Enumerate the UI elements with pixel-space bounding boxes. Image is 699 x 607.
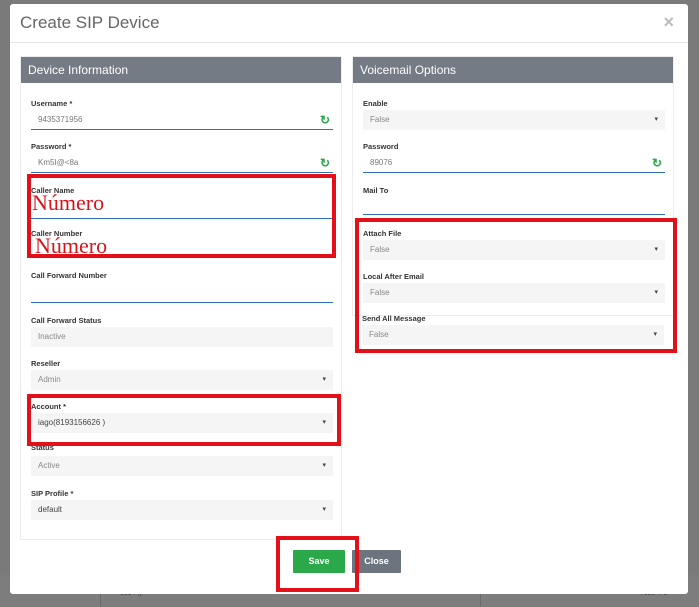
reseller-select[interactable]: Admin ▾ <box>31 370 333 390</box>
enable-select[interactable]: False ▾ <box>363 110 665 130</box>
close-button[interactable]: Close <box>352 550 401 573</box>
mail-to-input[interactable] <box>363 195 665 215</box>
caller-highlight-box <box>27 174 336 258</box>
sip-profile-select[interactable]: default ▾ <box>31 500 333 520</box>
device-information-panel: Device Information Username * 9435371956… <box>20 56 342 540</box>
account-highlight-box <box>27 394 341 446</box>
enable-value: False <box>370 115 390 124</box>
username-value: 9435371956 <box>38 115 83 124</box>
username-input[interactable]: 9435371956 ↻ <box>31 110 333 130</box>
refresh-icon[interactable]: ↻ <box>320 153 330 173</box>
password-input[interactable]: Km5I@<8a ↻ <box>31 153 333 173</box>
status-select[interactable]: Active ▾ <box>31 456 333 476</box>
username-label: Username * <box>31 99 73 108</box>
close-icon[interactable]: × <box>663 12 674 33</box>
refresh-icon[interactable]: ↻ <box>320 110 330 130</box>
mail-to-label: Mail To <box>363 186 389 195</box>
status-value: Active <box>38 461 60 470</box>
voicemail-password-input[interactable]: 89076 ↻ <box>363 153 665 173</box>
create-sip-device-modal: Create SIP Device × Device Information U… <box>10 4 688 594</box>
voicemail-password-value: 89076 <box>370 158 393 167</box>
voicemail-highlight-box <box>355 218 677 353</box>
chevron-down-icon: ▾ <box>654 116 658 123</box>
enable-label: Enable <box>363 99 388 108</box>
sip-profile-value: default <box>38 505 63 514</box>
call-forward-status-select[interactable]: Inactive <box>31 327 333 347</box>
modal-header: Create SIP Device × <box>10 4 688 43</box>
voicemail-password-label: Password <box>363 142 399 151</box>
chevron-down-icon: ▾ <box>322 506 326 513</box>
refresh-icon[interactable]: ↻ <box>652 153 662 173</box>
voicemail-options-header: Voicemail Options <box>353 57 673 83</box>
device-information-header: Device Information <box>21 57 341 83</box>
password-label: Password * <box>31 142 72 151</box>
call-forward-status-value: Inactive <box>38 332 66 341</box>
reseller-label: Reseller <box>31 359 61 368</box>
reseller-value: Admin <box>38 375 61 384</box>
save-highlight-box <box>276 536 359 592</box>
modal-title: Create SIP Device <box>20 13 160 32</box>
chevron-down-icon: ▾ <box>322 462 326 469</box>
sip-profile-label: SIP Profile * <box>31 489 74 498</box>
call-forward-status-label: Call Forward Status <box>31 316 102 325</box>
call-forward-number-label: Call Forward Number <box>31 271 107 280</box>
chevron-down-icon: ▾ <box>322 376 326 383</box>
call-forward-number-input[interactable] <box>31 283 333 303</box>
password-value: Km5I@<8a <box>38 158 79 167</box>
